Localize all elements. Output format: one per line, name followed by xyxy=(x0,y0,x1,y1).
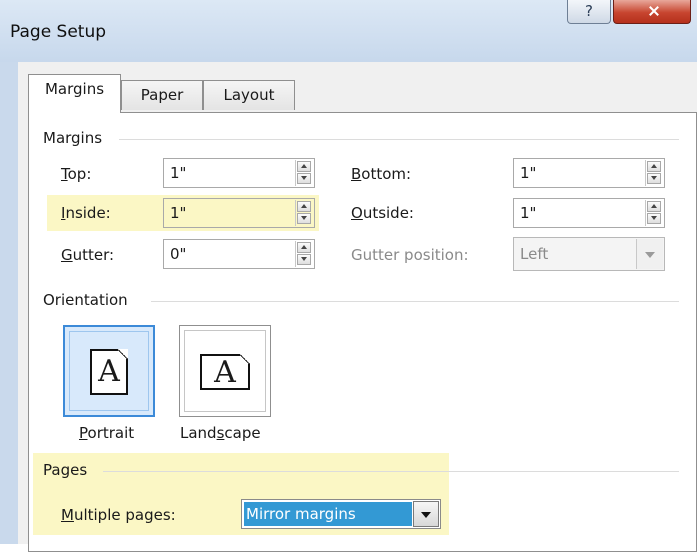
spin-down-icon[interactable] xyxy=(647,173,661,184)
multiple-pages-label: Multiple pages: xyxy=(61,506,176,524)
spin-down-icon[interactable] xyxy=(297,173,311,184)
title-bar: Page Setup ? xyxy=(0,0,697,62)
pages-section-label: Pages xyxy=(43,461,88,479)
gutter-label: Gutter: xyxy=(61,246,115,264)
dialog-client: Margins Paper Layout Margins Top: 1" Bot… xyxy=(18,62,697,552)
gutter-spinner[interactable]: 0" xyxy=(163,239,315,269)
spinner-arrows xyxy=(295,241,313,267)
spinner-arrows xyxy=(645,160,663,186)
margins-section-label: Margins xyxy=(43,129,103,147)
spinner-arrows xyxy=(295,200,313,226)
help-button[interactable]: ? xyxy=(567,0,611,24)
spin-up-icon[interactable] xyxy=(297,201,311,212)
dialog-title: Page Setup xyxy=(10,22,107,42)
orientation-section-divider xyxy=(151,301,679,302)
margins-section-divider xyxy=(119,139,679,140)
spin-up-icon[interactable] xyxy=(647,161,661,172)
spinner-arrows xyxy=(645,200,663,226)
pages-section-divider xyxy=(103,471,679,472)
spin-up-icon[interactable] xyxy=(647,201,661,212)
outside-label: Outside: xyxy=(351,204,414,222)
spin-up-icon[interactable] xyxy=(297,242,311,253)
top-margin-spinner[interactable]: 1" xyxy=(163,158,315,188)
gutter-position-value: Left xyxy=(520,245,549,263)
inside-margin-spinner[interactable]: 1" xyxy=(163,198,315,228)
gutter-value[interactable]: 0" xyxy=(170,245,186,263)
spinner-arrows xyxy=(295,160,313,186)
chevron-down-icon[interactable] xyxy=(413,501,439,527)
landscape-label: Landscape xyxy=(180,424,261,442)
top-label: Top: xyxy=(61,165,92,183)
multiple-pages-value[interactable]: Mirror margins xyxy=(244,502,412,526)
portrait-button[interactable]: A xyxy=(63,325,155,417)
spin-down-icon[interactable] xyxy=(647,213,661,224)
spin-down-icon[interactable] xyxy=(297,213,311,224)
tab-layout[interactable]: Layout xyxy=(203,80,295,110)
inside-margin-value[interactable]: 1" xyxy=(170,204,186,222)
landscape-button[interactable]: A xyxy=(179,325,271,417)
gutter-position-dropdown: Left xyxy=(513,237,665,271)
multiple-pages-dropdown[interactable]: Mirror margins xyxy=(241,499,441,529)
outside-margin-spinner[interactable]: 1" xyxy=(513,198,665,228)
chevron-down-icon xyxy=(636,239,663,269)
outside-margin-value[interactable]: 1" xyxy=(520,204,536,222)
bottom-margin-value[interactable]: 1" xyxy=(520,164,536,182)
gutter-position-label: Gutter position: xyxy=(351,246,469,264)
orientation-section-label: Orientation xyxy=(43,291,128,309)
page-setup-dialog: Page Setup ? Margins Paper Layout Margin… xyxy=(0,0,697,552)
landscape-page-icon: A xyxy=(200,354,250,390)
margins-tab-panel: Margins Top: 1" Bottom: 1" Inside: 1" Ou… xyxy=(28,112,697,552)
bottom-label: Bottom: xyxy=(351,165,412,183)
tab-paper[interactable]: Paper xyxy=(121,80,203,110)
top-margin-value[interactable]: 1" xyxy=(170,164,186,182)
inside-label: Inside: xyxy=(61,204,111,222)
spin-down-icon[interactable] xyxy=(297,254,311,265)
close-button[interactable] xyxy=(613,0,691,24)
portrait-label: Portrait xyxy=(79,424,135,442)
bottom-margin-spinner[interactable]: 1" xyxy=(513,158,665,188)
portrait-page-icon: A xyxy=(90,349,128,395)
spin-up-icon[interactable] xyxy=(297,161,311,172)
tab-margins[interactable]: Margins xyxy=(28,74,121,113)
